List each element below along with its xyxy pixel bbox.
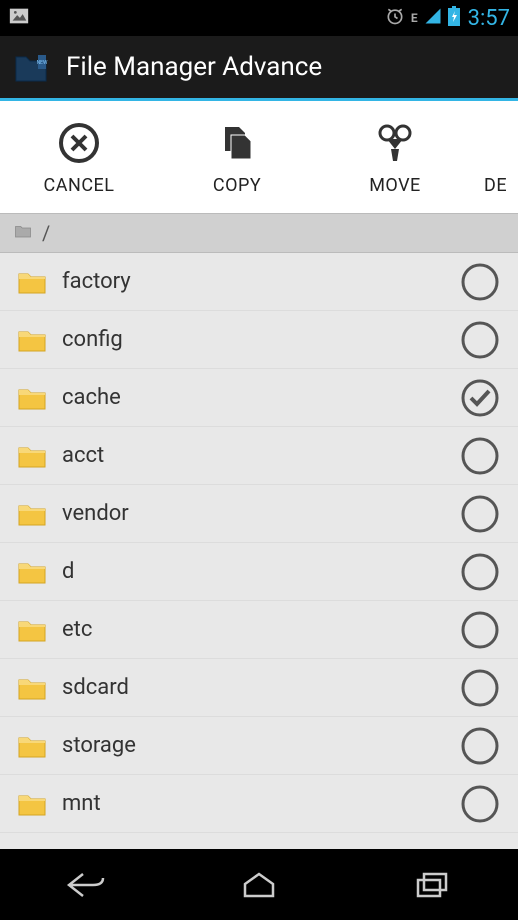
- move-button[interactable]: MOVE: [316, 101, 474, 213]
- cancel-button[interactable]: CANCEL: [0, 101, 158, 213]
- file-name: cache: [62, 385, 446, 410]
- navigation-bar: [0, 850, 518, 920]
- action-toolbar: CANCEL COPY MOVE DE: [0, 101, 518, 213]
- file-row[interactable]: config: [0, 311, 518, 369]
- file-name: storage: [62, 733, 446, 758]
- file-row[interactable]: sdcard: [0, 659, 518, 717]
- folder-icon: [16, 614, 48, 646]
- folder-icon: [16, 440, 48, 472]
- back-button[interactable]: [56, 867, 116, 903]
- file-name: mnt: [62, 791, 446, 816]
- delete-label: DE: [484, 175, 507, 196]
- checkbox[interactable]: [460, 784, 500, 824]
- file-name: sdcard: [62, 675, 446, 700]
- checkbox[interactable]: [460, 610, 500, 650]
- file-name: d: [62, 559, 446, 584]
- signal-icon: [424, 6, 442, 30]
- page-title: File Manager Advance: [66, 52, 322, 82]
- folder-small-icon: [14, 221, 32, 245]
- svg-text:NEW: NEW: [37, 60, 48, 66]
- battery-icon: [448, 6, 460, 31]
- checkbox[interactable]: [460, 320, 500, 360]
- titlebar: NEW File Manager Advance: [0, 36, 518, 98]
- app-icon: NEW: [10, 45, 54, 89]
- copy-button[interactable]: COPY: [158, 101, 316, 213]
- checkbox[interactable]: [460, 668, 500, 708]
- breadcrumb-path: /: [42, 221, 50, 245]
- clock-time: 3:57: [468, 6, 510, 31]
- checkbox[interactable]: [460, 436, 500, 476]
- copy-label: COPY: [213, 175, 261, 196]
- folder-icon: [16, 266, 48, 298]
- picture-icon: [8, 5, 30, 32]
- file-name: etc: [62, 617, 446, 642]
- file-row[interactable]: cache: [0, 369, 518, 427]
- status-bar: E 3:57: [0, 0, 518, 36]
- file-name: config: [62, 327, 446, 352]
- folder-icon: [16, 672, 48, 704]
- file-list[interactable]: factory config cache: [0, 253, 518, 849]
- checkbox[interactable]: [460, 726, 500, 766]
- delete-icon: [484, 119, 494, 167]
- recent-apps-button[interactable]: [402, 867, 462, 903]
- file-name: vendor: [62, 501, 446, 526]
- folder-icon: [16, 498, 48, 530]
- checkbox[interactable]: [460, 552, 500, 592]
- file-row[interactable]: etc: [0, 601, 518, 659]
- file-name: factory: [62, 269, 446, 294]
- cancel-icon: [57, 119, 101, 167]
- folder-icon: [16, 730, 48, 762]
- folder-icon: [16, 556, 48, 588]
- move-label: MOVE: [369, 175, 421, 196]
- checkbox[interactable]: [460, 494, 500, 534]
- file-row[interactable]: factory: [0, 253, 518, 311]
- folder-icon: [16, 788, 48, 820]
- checkbox[interactable]: [460, 262, 500, 302]
- file-row[interactable]: storage: [0, 717, 518, 775]
- folder-icon: [16, 324, 48, 356]
- breadcrumb[interactable]: /: [0, 213, 518, 253]
- cancel-label: CANCEL: [44, 175, 115, 196]
- file-name: acct: [62, 443, 446, 468]
- folder-icon: [16, 382, 48, 414]
- move-icon: [373, 119, 417, 167]
- home-button[interactable]: [229, 867, 289, 903]
- network-edge-label: E: [411, 11, 418, 25]
- delete-button[interactable]: DE: [474, 101, 518, 213]
- checkbox[interactable]: [460, 378, 500, 418]
- file-row[interactable]: mnt: [0, 775, 518, 833]
- file-row[interactable]: acct: [0, 427, 518, 485]
- alarm-icon: [385, 6, 405, 31]
- file-row[interactable]: vendor: [0, 485, 518, 543]
- file-row[interactable]: d: [0, 543, 518, 601]
- copy-icon: [215, 119, 259, 167]
